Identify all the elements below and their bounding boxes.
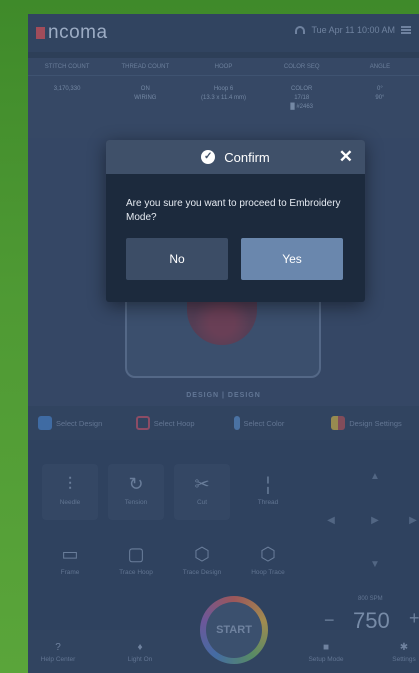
dialog-header: ✓ Confirm ✕ — [106, 140, 365, 174]
no-button[interactable]: No — [126, 238, 228, 280]
device-screen: ncoma Tue Apr 11 10:00 AM STITCH COUNT T… — [28, 14, 419, 673]
dialog-title: Confirm — [224, 149, 270, 165]
modal-overlay[interactable] — [28, 14, 419, 673]
check-circle-icon: ✓ — [201, 150, 216, 164]
dialog-message: Are you sure you want to proceed to Embr… — [126, 198, 341, 223]
close-icon[interactable]: ✕ — [339, 147, 353, 167]
yes-button[interactable]: Yes — [241, 238, 343, 280]
confirm-dialog: ✓ Confirm ✕ Are you sure you want to pro… — [106, 140, 365, 302]
dialog-actions: No Yes — [126, 238, 343, 280]
